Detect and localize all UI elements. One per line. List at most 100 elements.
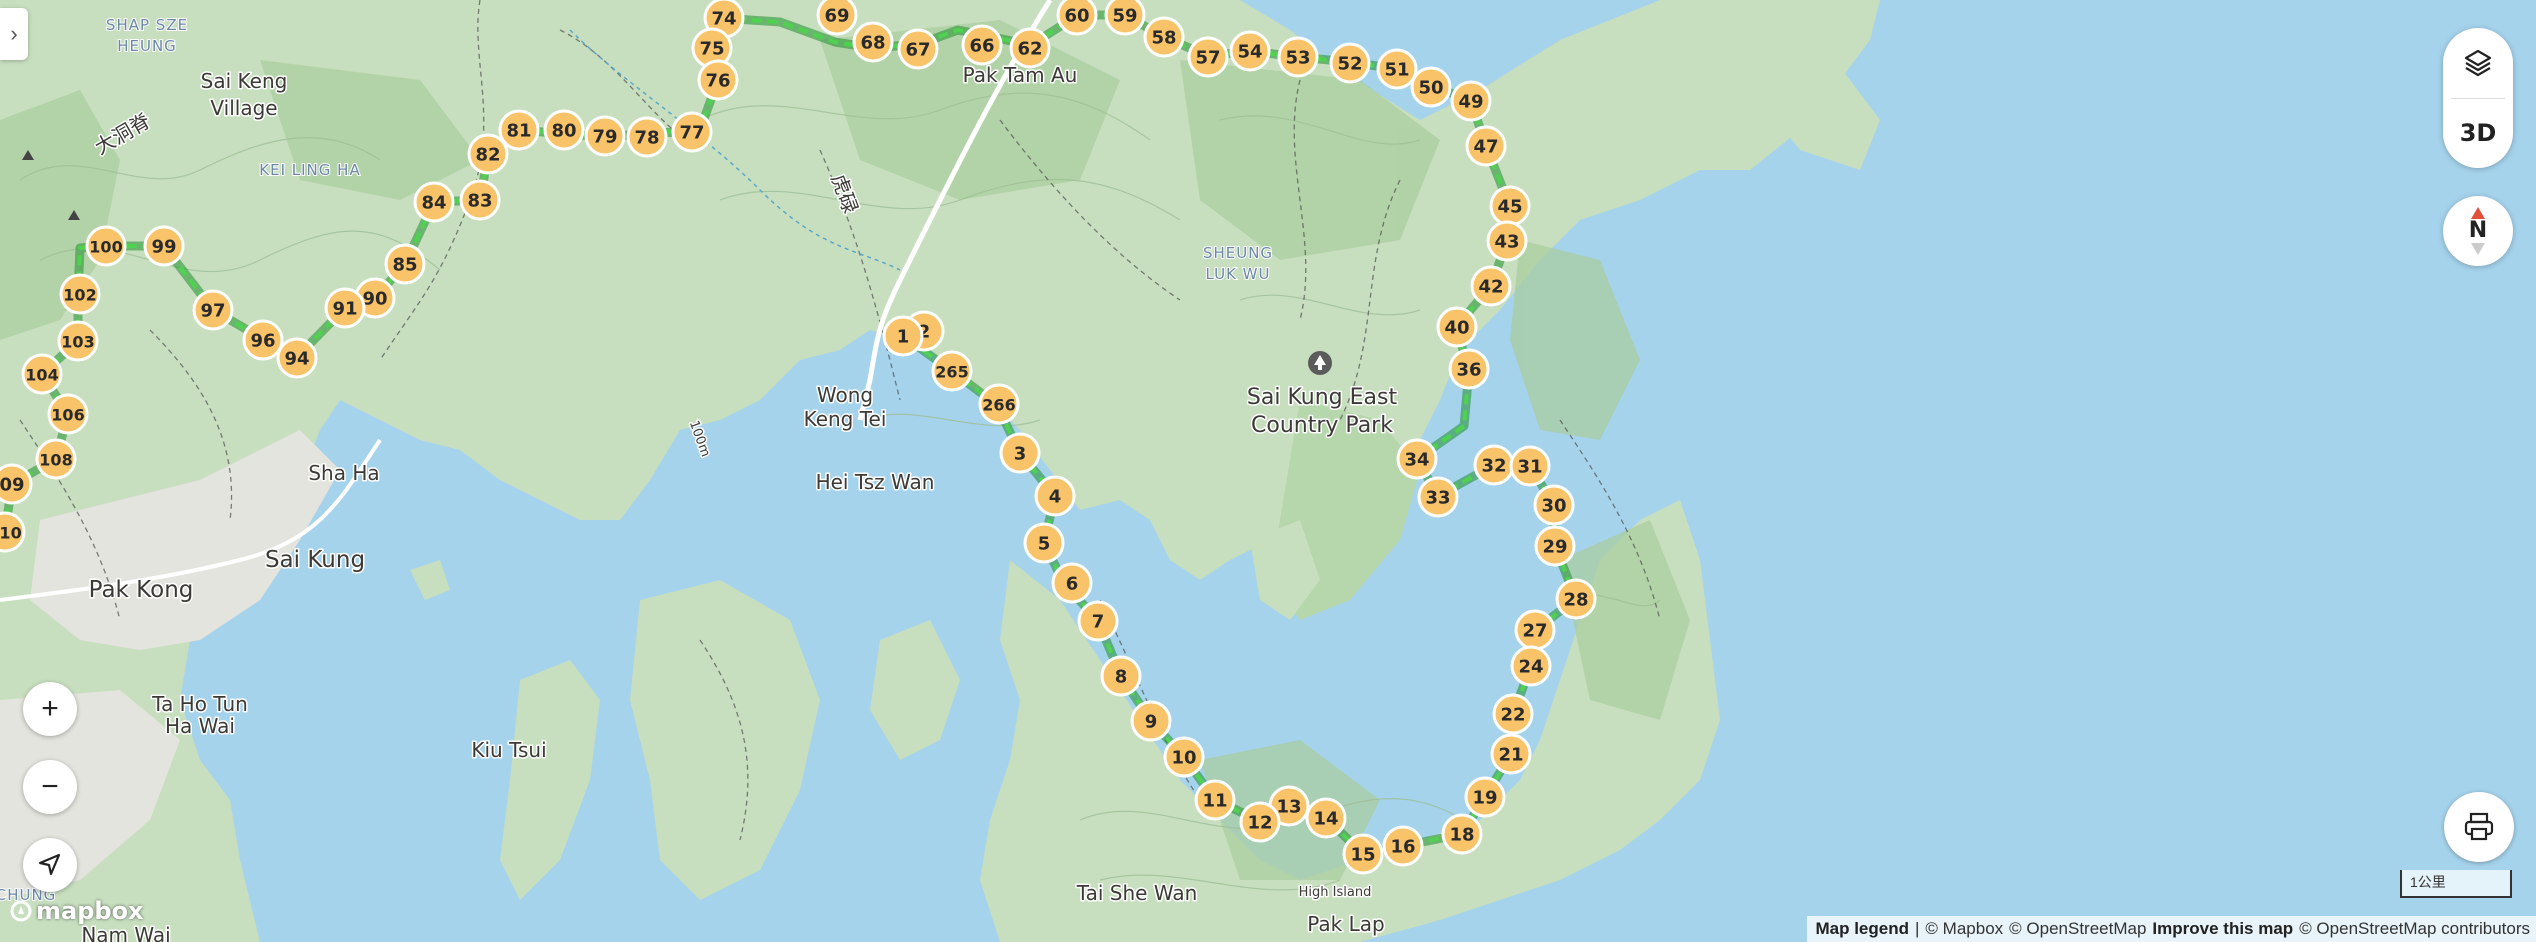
route-marker[interactable]: 85 bbox=[384, 243, 426, 285]
route-marker[interactable]: 11 bbox=[1194, 779, 1236, 821]
route-marker[interactable]: 42 bbox=[1470, 265, 1512, 307]
mapbox-logo[interactable]: mapbox bbox=[10, 897, 144, 925]
route-marker[interactable]: 97 bbox=[192, 289, 234, 331]
route-marker[interactable]: 91 bbox=[324, 287, 366, 329]
route-marker[interactable]: 52 bbox=[1329, 42, 1371, 84]
route-marker[interactable]: 33 bbox=[1417, 476, 1459, 518]
route-marker[interactable]: 16 bbox=[1382, 825, 1424, 867]
route-marker[interactable]: 67 bbox=[897, 28, 939, 70]
route-marker[interactable]: 21 bbox=[1490, 733, 1532, 775]
route-marker-label: 33 bbox=[1425, 488, 1450, 509]
route-marker[interactable]: 5 bbox=[1023, 522, 1065, 564]
route-marker[interactable]: 82 bbox=[467, 133, 509, 175]
route-marker[interactable]: 106 bbox=[47, 393, 89, 435]
route-marker[interactable]: 09 bbox=[0, 463, 33, 505]
route-marker[interactable]: 7 bbox=[1077, 600, 1119, 642]
route-marker-label: 91 bbox=[332, 299, 357, 320]
route-marker[interactable]: 6 bbox=[1051, 562, 1093, 604]
route-marker[interactable]: 49 bbox=[1450, 80, 1492, 122]
route-marker[interactable]: 58 bbox=[1143, 16, 1185, 58]
route-marker[interactable]: 27 bbox=[1514, 609, 1556, 651]
route-marker-label: 100 bbox=[89, 238, 122, 257]
route-marker-label: 28 bbox=[1563, 590, 1588, 611]
route-marker-label: 29 bbox=[1542, 537, 1567, 558]
route-marker[interactable]: 84 bbox=[413, 181, 455, 223]
place-label: Tai She Wan bbox=[1076, 881, 1198, 905]
route-marker[interactable]: 29 bbox=[1534, 525, 1576, 567]
route-marker[interactable]: 43 bbox=[1486, 220, 1528, 262]
improve-map-link[interactable]: Improve this map bbox=[2152, 919, 2293, 939]
route-marker[interactable]: 68 bbox=[852, 21, 894, 63]
route-marker[interactable]: 69 bbox=[816, 0, 858, 36]
route-marker[interactable]: 53 bbox=[1277, 36, 1319, 78]
route-marker[interactable]: 3 bbox=[999, 432, 1041, 474]
route-marker[interactable]: 10 bbox=[1163, 736, 1205, 778]
route-marker[interactable]: 51 bbox=[1376, 48, 1418, 90]
route-marker-label: 60 bbox=[1064, 6, 1089, 27]
panel-expand-button[interactable]: › bbox=[0, 8, 28, 60]
route-marker[interactable]: 80 bbox=[543, 109, 585, 151]
route-marker[interactable]: 32 bbox=[1473, 444, 1515, 486]
osm-contributors-link[interactable]: © OpenStreetMap contributors bbox=[2299, 919, 2530, 939]
route-marker[interactable]: 1 bbox=[882, 315, 924, 357]
map-legend-link[interactable]: Map legend bbox=[1815, 919, 1909, 939]
osm-copyright-link[interactable]: © OpenStreetMap bbox=[2009, 919, 2146, 939]
route-marker[interactable]: 110 bbox=[0, 511, 26, 553]
place-label: KEI LING HA bbox=[259, 161, 360, 179]
print-button[interactable] bbox=[2444, 792, 2514, 862]
route-marker[interactable]: 31 bbox=[1509, 445, 1551, 487]
route-marker[interactable]: 30 bbox=[1533, 484, 1575, 526]
zoom-in-button[interactable]: + bbox=[23, 682, 77, 736]
route-marker[interactable]: 100 bbox=[85, 225, 127, 267]
locate-button[interactable] bbox=[23, 838, 77, 892]
compass-button[interactable]: N bbox=[2443, 196, 2513, 266]
route-marker[interactable]: 104 bbox=[21, 353, 63, 395]
route-marker[interactable]: 62 bbox=[1009, 27, 1051, 69]
route-marker[interactable]: 79 bbox=[584, 115, 626, 157]
route-marker[interactable]: 47 bbox=[1465, 125, 1507, 167]
route-marker[interactable]: 36 bbox=[1448, 348, 1490, 390]
route-marker[interactable]: 40 bbox=[1436, 306, 1478, 348]
route-marker[interactable]: 102 bbox=[59, 273, 101, 315]
route-marker[interactable]: 45 bbox=[1489, 185, 1531, 227]
route-marker[interactable]: 57 bbox=[1187, 36, 1229, 78]
layers-button[interactable] bbox=[2443, 28, 2513, 98]
route-marker[interactable]: 78 bbox=[626, 116, 668, 158]
route-marker[interactable]: 50 bbox=[1410, 66, 1452, 108]
mapbox-copyright-link[interactable]: © Mapbox bbox=[1925, 919, 2003, 939]
route-marker[interactable]: 9 bbox=[1130, 700, 1172, 742]
route-marker[interactable]: 266 bbox=[978, 383, 1020, 425]
route-marker-label: 45 bbox=[1497, 197, 1522, 218]
route-marker[interactable]: 24 bbox=[1510, 645, 1552, 687]
route-marker[interactable]: 96 bbox=[242, 319, 284, 361]
route-marker[interactable]: 22 bbox=[1492, 693, 1534, 735]
route-marker[interactable]: 12 bbox=[1239, 801, 1281, 843]
route-marker[interactable]: 18 bbox=[1441, 813, 1483, 855]
route-marker[interactable]: 76 bbox=[697, 59, 739, 101]
route-marker[interactable]: 4 bbox=[1034, 475, 1076, 517]
route-marker[interactable]: 66 bbox=[961, 24, 1003, 66]
route-marker[interactable]: 99 bbox=[143, 225, 185, 267]
route-marker[interactable]: 54 bbox=[1229, 30, 1271, 72]
route-marker[interactable]: 14 bbox=[1305, 797, 1347, 839]
route-marker[interactable]: 59 bbox=[1104, 0, 1146, 36]
route-marker[interactable]: 265 bbox=[931, 350, 973, 392]
route-marker[interactable]: 34 bbox=[1396, 438, 1438, 480]
route-marker[interactable]: 77 bbox=[671, 111, 713, 153]
3d-toggle-button[interactable]: 3D bbox=[2443, 98, 2513, 168]
route-marker[interactable]: 108 bbox=[35, 438, 77, 480]
route-marker[interactable]: 15 bbox=[1342, 833, 1384, 875]
route-marker[interactable]: 8 bbox=[1100, 655, 1142, 697]
route-marker[interactable]: 94 bbox=[276, 337, 318, 379]
route-marker[interactable]: 81 bbox=[498, 109, 540, 151]
route-marker[interactable]: 83 bbox=[459, 179, 501, 221]
zoom-out-button[interactable]: − bbox=[23, 760, 77, 814]
map-canvas[interactable]: SHAP SZEHEUNGSai KengVillageKEI LING HA大… bbox=[0, 0, 2536, 942]
place-label: Sai Kung bbox=[265, 547, 365, 573]
route-marker[interactable]: 19 bbox=[1464, 776, 1506, 818]
route-marker-label: 81 bbox=[506, 121, 531, 142]
route-marker[interactable]: 60 bbox=[1056, 0, 1098, 36]
mapbox-logo-icon bbox=[10, 900, 32, 922]
route-marker[interactable]: 103 bbox=[57, 320, 99, 362]
route-marker[interactable]: 28 bbox=[1555, 578, 1597, 620]
